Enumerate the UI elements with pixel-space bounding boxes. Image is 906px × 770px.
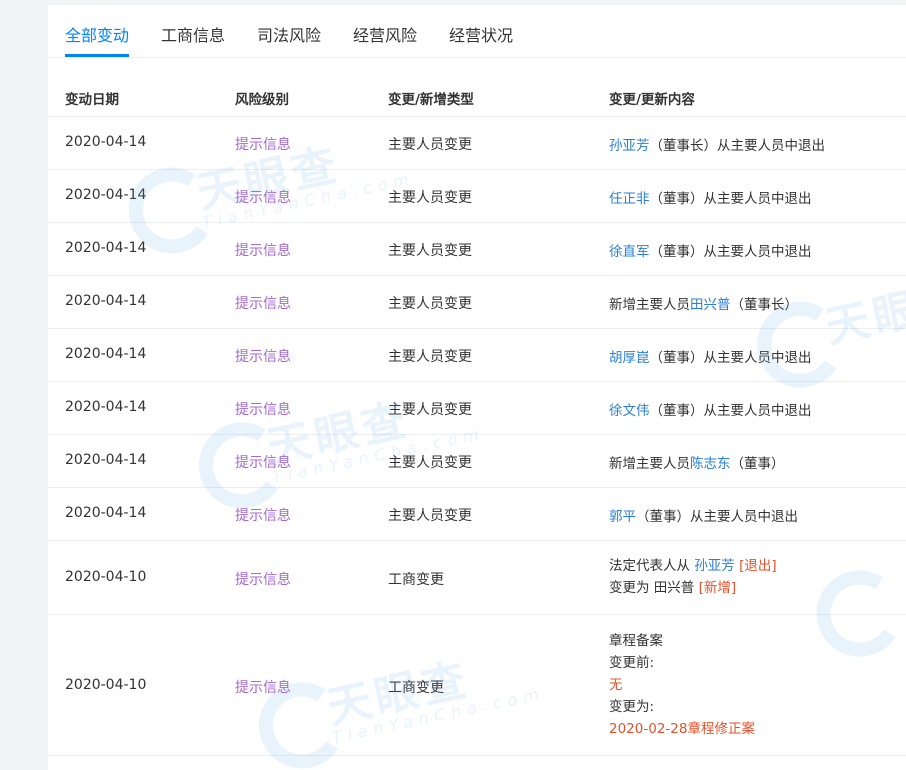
content-line: 章程备案 xyxy=(609,633,663,649)
content-suffix: （董事） xyxy=(730,456,785,472)
content-suffix: （董事长）从主要人员中退出 xyxy=(649,138,826,154)
content-prefix: 新增主要人员 xyxy=(609,297,690,313)
content-suffix: （董事）从主要人员中退出 xyxy=(649,350,812,366)
content-prefix: 新增主要人员 xyxy=(609,456,690,472)
row-date: 2020-04-14 xyxy=(65,452,147,468)
tab-all-changes[interactable]: 全部变动 xyxy=(65,22,129,46)
row-risk-level[interactable]: 提示信息 xyxy=(235,569,291,589)
row-change-type: 主要人员变更 xyxy=(388,296,472,312)
row-risk-level[interactable]: 提示信息 xyxy=(235,677,291,697)
row-risk-level[interactable]: 提示信息 xyxy=(235,134,291,154)
row-content: 孙亚芳（董事长）从主要人员中退出 xyxy=(609,134,825,154)
table-row: 2020-04-14 提示信息 主要人员变更 新增主要人员田兴普（董事长） xyxy=(48,276,906,329)
column-header-content: 变更/更新内容 xyxy=(609,92,695,108)
row-date: 2020-04-14 xyxy=(65,346,147,362)
person-link[interactable]: 陈志东 xyxy=(690,456,731,472)
table-row: 2020-04-14 提示信息 主要人员变更 徐直军（董事）从主要人员中退出 xyxy=(48,223,906,276)
tab-judicial-risk[interactable]: 司法风险 xyxy=(257,22,321,46)
content-line: 法定代表人从 孙亚芳 [退出] xyxy=(609,555,777,577)
row-content: 徐直军（董事）从主要人员中退出 xyxy=(609,240,812,260)
content-line: 2020-02-28章程修正案 xyxy=(609,721,755,737)
column-header-date: 变动日期 xyxy=(65,92,119,108)
row-risk-level[interactable]: 提示信息 xyxy=(235,240,291,260)
content-prefix: 变更为 田兴普 xyxy=(609,580,695,596)
content-line: 变更为 田兴普 [新增] xyxy=(609,577,777,599)
row-content: 郭平（董事）从主要人员中退出 xyxy=(609,505,798,525)
tab-business-info[interactable]: 工商信息 xyxy=(161,22,225,46)
person-link[interactable]: 孙亚芳 xyxy=(609,138,650,154)
person-link[interactable]: 孙亚芳 xyxy=(694,558,735,574)
person-link[interactable]: 徐直军 xyxy=(609,244,650,260)
tab-operating-status[interactable]: 经营状况 xyxy=(449,22,513,46)
row-date: 2020-04-14 xyxy=(65,134,147,150)
person-link[interactable]: 徐文伟 xyxy=(609,403,650,419)
exit-tag: [退出] xyxy=(734,558,777,574)
row-content: 章程备案 变更前: 无 变更为: 2020-02-28章程修正案 xyxy=(609,630,755,740)
row-change-type: 主要人员变更 xyxy=(388,508,472,524)
row-date: 2020-04-10 xyxy=(65,569,147,585)
row-change-type: 主要人员变更 xyxy=(388,402,472,418)
table-row: 2020-04-14 提示信息 主要人员变更 徐文伟（董事）从主要人员中退出 xyxy=(48,382,906,435)
row-change-type: 主要人员变更 xyxy=(388,190,472,206)
row-risk-level[interactable]: 提示信息 xyxy=(235,505,291,525)
table-row: 2020-04-14 提示信息 主要人员变更 孙亚芳（董事长）从主要人员中退出 xyxy=(48,117,906,170)
row-change-type: 主要人员变更 xyxy=(388,349,472,365)
tab-operating-risk[interactable]: 经营风险 xyxy=(353,22,417,46)
content-suffix: （董事）从主要人员中退出 xyxy=(649,403,812,419)
table-header: 变动日期 风险级别 变更/新增类型 变更/更新内容 xyxy=(48,63,906,117)
row-date: 2020-04-14 xyxy=(65,399,147,415)
row-content: 胡厚崑（董事）从主要人员中退出 xyxy=(609,346,812,366)
row-content: 新增主要人员陈志东（董事） xyxy=(609,452,785,472)
column-header-risk: 风险级别 xyxy=(235,92,289,108)
row-date: 2020-04-14 xyxy=(65,240,147,256)
content-suffix: （董事）从主要人员中退出 xyxy=(636,509,798,525)
row-change-type: 主要人员变更 xyxy=(388,137,472,153)
row-change-type: 主要人员变更 xyxy=(388,243,472,259)
content-suffix: （董事长） xyxy=(730,297,799,313)
row-date: 2020-04-14 xyxy=(65,187,147,203)
content-line: 变更为: xyxy=(609,699,655,715)
row-risk-level[interactable]: 提示信息 xyxy=(235,187,291,207)
table-row: 2020-04-14 提示信息 主要人员变更 胡厚崑（董事）从主要人员中退出 xyxy=(48,329,906,382)
person-link[interactable]: 田兴普 xyxy=(690,297,731,313)
person-link[interactable]: 胡厚崑 xyxy=(609,350,650,366)
new-tag: [新增] xyxy=(694,580,737,596)
person-link[interactable]: 郭平 xyxy=(609,509,636,525)
row-date: 2020-04-10 xyxy=(65,677,147,693)
table-row: 2020-04-10 提示信息 工商变更 法定代表人从 孙亚芳 [退出] 变更为… xyxy=(48,541,906,615)
row-content: 徐文伟（董事）从主要人员中退出 xyxy=(609,399,812,419)
person-link[interactable]: 任正非 xyxy=(609,191,650,207)
row-change-type: 工商变更 xyxy=(388,680,444,696)
content-line: 无 xyxy=(609,677,623,693)
content-suffix: （董事）从主要人员中退出 xyxy=(649,191,812,207)
change-records-panel: 全部变动 工商信息 司法风险 经营风险 经营状况 变动日期 风险级别 变更/新增… xyxy=(48,5,906,770)
table-row: 2020-04-14 提示信息 主要人员变更 新增主要人员陈志东（董事） xyxy=(48,435,906,488)
content-line: 变更前: xyxy=(609,655,655,671)
active-tab-indicator xyxy=(65,54,129,57)
row-date: 2020-04-14 xyxy=(65,505,147,521)
row-change-type: 工商变更 xyxy=(388,572,444,588)
row-risk-level[interactable]: 提示信息 xyxy=(235,452,291,472)
column-header-type: 变更/新增类型 xyxy=(388,92,474,108)
row-risk-level[interactable]: 提示信息 xyxy=(235,399,291,419)
content-suffix: （董事）从主要人员中退出 xyxy=(649,244,812,260)
table-row: 2020-04-10 提示信息 工商变更 章程备案 变更前: 无 变更为: 20… xyxy=(48,615,906,756)
row-date: 2020-04-14 xyxy=(65,293,147,309)
table-row: 2020-04-14 提示信息 主要人员变更 任正非（董事）从主要人员中退出 xyxy=(48,170,906,223)
content-prefix: 法定代表人从 xyxy=(609,558,695,574)
row-content: 法定代表人从 孙亚芳 [退出] 变更为 田兴普 [新增] xyxy=(609,555,777,599)
row-change-type: 主要人员变更 xyxy=(388,455,472,471)
tab-bar: 全部变动 工商信息 司法风险 经营风险 经营状况 xyxy=(48,5,906,58)
row-content: 新增主要人员田兴普（董事长） xyxy=(609,293,798,313)
table-row: 2020-04-14 提示信息 主要人员变更 郭平（董事）从主要人员中退出 xyxy=(48,488,906,541)
row-risk-level[interactable]: 提示信息 xyxy=(235,346,291,366)
row-content: 任正非（董事）从主要人员中退出 xyxy=(609,187,812,207)
row-risk-level[interactable]: 提示信息 xyxy=(235,293,291,313)
